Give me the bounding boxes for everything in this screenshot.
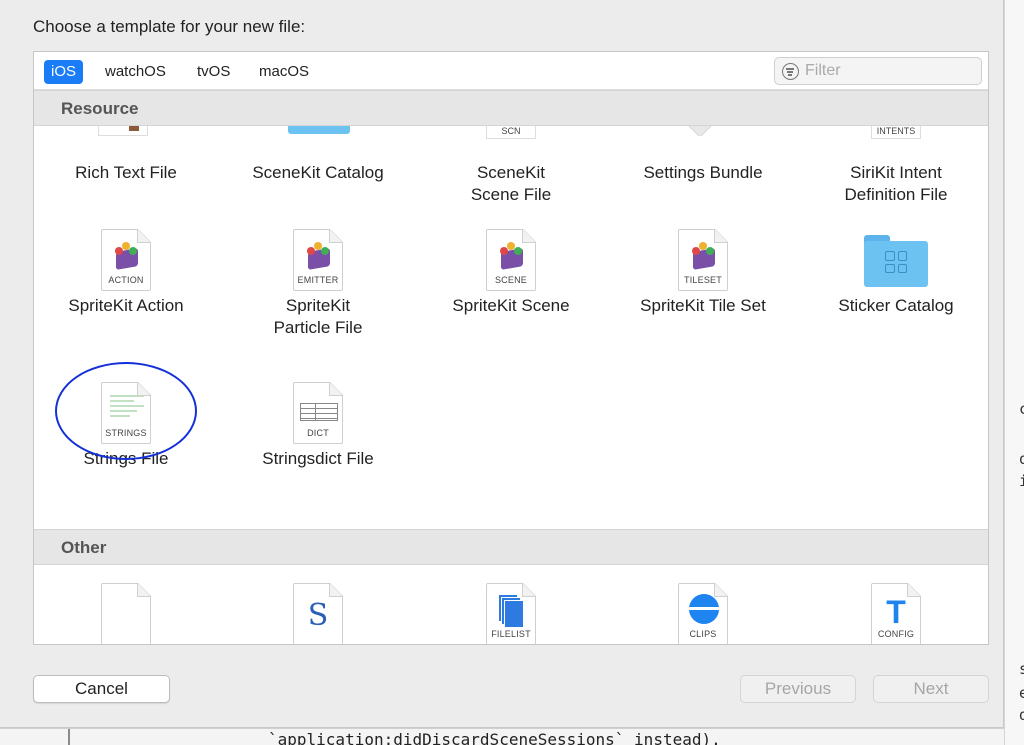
rich-text-icon-partial bbox=[98, 126, 148, 136]
spritekit-emitter-icon: EMITTER bbox=[293, 229, 343, 291]
cancel-button[interactable]: Cancel bbox=[33, 675, 170, 703]
template-label: SceneKit Catalog bbox=[252, 163, 384, 182]
empty-file-icon bbox=[101, 583, 151, 644]
template-scenekit-catalog[interactable]: SceneKit Catalog bbox=[225, 158, 411, 184]
tab-tvos[interactable]: tvOS bbox=[190, 60, 237, 84]
filter-input[interactable]: Filter bbox=[774, 57, 982, 85]
template-spritekit-tile-set[interactable]: TILESET SpriteKit Tile Set bbox=[610, 229, 796, 317]
editor-char: i bbox=[1019, 472, 1024, 490]
template-swift-file[interactable]: S bbox=[225, 583, 411, 644]
template-panel: iOS watchOS tvOS macOS Filter Resource S… bbox=[33, 51, 989, 645]
template-label: Strings File bbox=[83, 449, 169, 468]
template-label: SiriKit Intent Definition File bbox=[844, 163, 948, 204]
section-title: Other bbox=[61, 538, 107, 557]
editor-char: o bbox=[1019, 450, 1024, 468]
scn-icon-partial: SCN bbox=[486, 126, 536, 139]
template-label: Settings Bundle bbox=[643, 163, 763, 182]
editor-char: c bbox=[1019, 400, 1024, 418]
template-sticker-catalog[interactable]: Sticker Catalog bbox=[803, 229, 988, 317]
clips-icon: CLIPS bbox=[678, 583, 728, 644]
template-label: SpriteKit Scene bbox=[452, 296, 570, 315]
template-label: SceneKit Scene File bbox=[470, 163, 552, 204]
template-clips[interactable]: CLIPS bbox=[610, 583, 796, 644]
next-button[interactable]: Next bbox=[873, 675, 989, 703]
editor-char: e bbox=[1019, 684, 1024, 702]
template-spritekit-particle-file[interactable]: EMITTER SpriteKit Particle File bbox=[225, 229, 411, 339]
filter-placeholder: Filter bbox=[805, 62, 841, 79]
template-sheet: Choose a template for your new file: iOS… bbox=[0, 0, 1004, 728]
template-config[interactable]: T CONFIG bbox=[803, 583, 988, 644]
spritekit-action-icon: ACTION bbox=[101, 229, 151, 291]
template-label: SpriteKit Action bbox=[68, 296, 184, 315]
settings-icon-partial bbox=[688, 126, 714, 136]
template-spritekit-scene[interactable]: SCENE SpriteKit Scene bbox=[418, 229, 604, 317]
swift-s-icon: S bbox=[293, 583, 343, 644]
config-hammer-icon: T CONFIG bbox=[871, 583, 921, 644]
strings-file-icon: STRINGS bbox=[101, 382, 151, 444]
template-empty-file[interactable] bbox=[34, 583, 219, 644]
spritekit-tileset-icon: TILESET bbox=[678, 229, 728, 291]
tab-ios[interactable]: iOS bbox=[44, 60, 84, 84]
template-label: Stringsdict File bbox=[262, 449, 374, 468]
dialog-title: Choose a template for your new file: bbox=[33, 17, 306, 36]
section-header-other: Other bbox=[34, 529, 988, 565]
template-label: SpriteKit Tile Set bbox=[640, 296, 766, 315]
template-strings-file[interactable]: STRINGS Strings File bbox=[34, 382, 219, 470]
template-label: Rich Text File bbox=[75, 163, 177, 182]
spritekit-scene-icon: SCENE bbox=[486, 229, 536, 291]
editor-char: d bbox=[1019, 706, 1024, 724]
platform-tabbar: iOS watchOS tvOS macOS Filter bbox=[34, 52, 988, 90]
editor-char: s bbox=[1019, 660, 1024, 678]
template-scenekit-scene-file[interactable]: SceneKit Scene File bbox=[418, 158, 604, 206]
code-line: `application:didDiscardSceneSessions` in… bbox=[268, 730, 721, 745]
section-header-resource: Resource bbox=[34, 90, 988, 126]
template-rich-text-file[interactable]: Rich Text File bbox=[34, 158, 219, 184]
scenekit-catalog-icon-partial bbox=[288, 126, 350, 134]
tab-macos[interactable]: macOS bbox=[252, 60, 316, 84]
section-title: Resource bbox=[61, 99, 139, 118]
template-label: Sticker Catalog bbox=[838, 296, 954, 315]
template-label: SpriteKit Particle File bbox=[273, 296, 363, 337]
filelist-icon: FILELIST bbox=[486, 583, 536, 644]
editor-gutter bbox=[68, 729, 70, 745]
template-filelist[interactable]: FILELIST bbox=[418, 583, 604, 644]
previous-button[interactable]: Previous bbox=[740, 675, 856, 703]
filter-icon bbox=[782, 63, 799, 80]
background-editor: c o i s e d bbox=[1004, 0, 1024, 745]
template-stringsdict-file[interactable]: DICT Stringsdict File bbox=[225, 382, 411, 470]
background-code-line: `application:didDiscardSceneSessions` in… bbox=[0, 728, 1004, 745]
folder-icon bbox=[864, 235, 928, 287]
tab-watchos[interactable]: watchOS bbox=[98, 60, 173, 84]
template-sirikit-intent[interactable]: SiriKit Intent Definition File bbox=[803, 158, 988, 206]
template-settings-bundle[interactable]: Settings Bundle bbox=[610, 158, 796, 184]
intents-icon-partial: INTENTS bbox=[871, 126, 921, 139]
stringsdict-file-icon: DICT bbox=[293, 382, 343, 444]
template-spritekit-action[interactable]: ACTION SpriteKit Action bbox=[34, 229, 219, 317]
